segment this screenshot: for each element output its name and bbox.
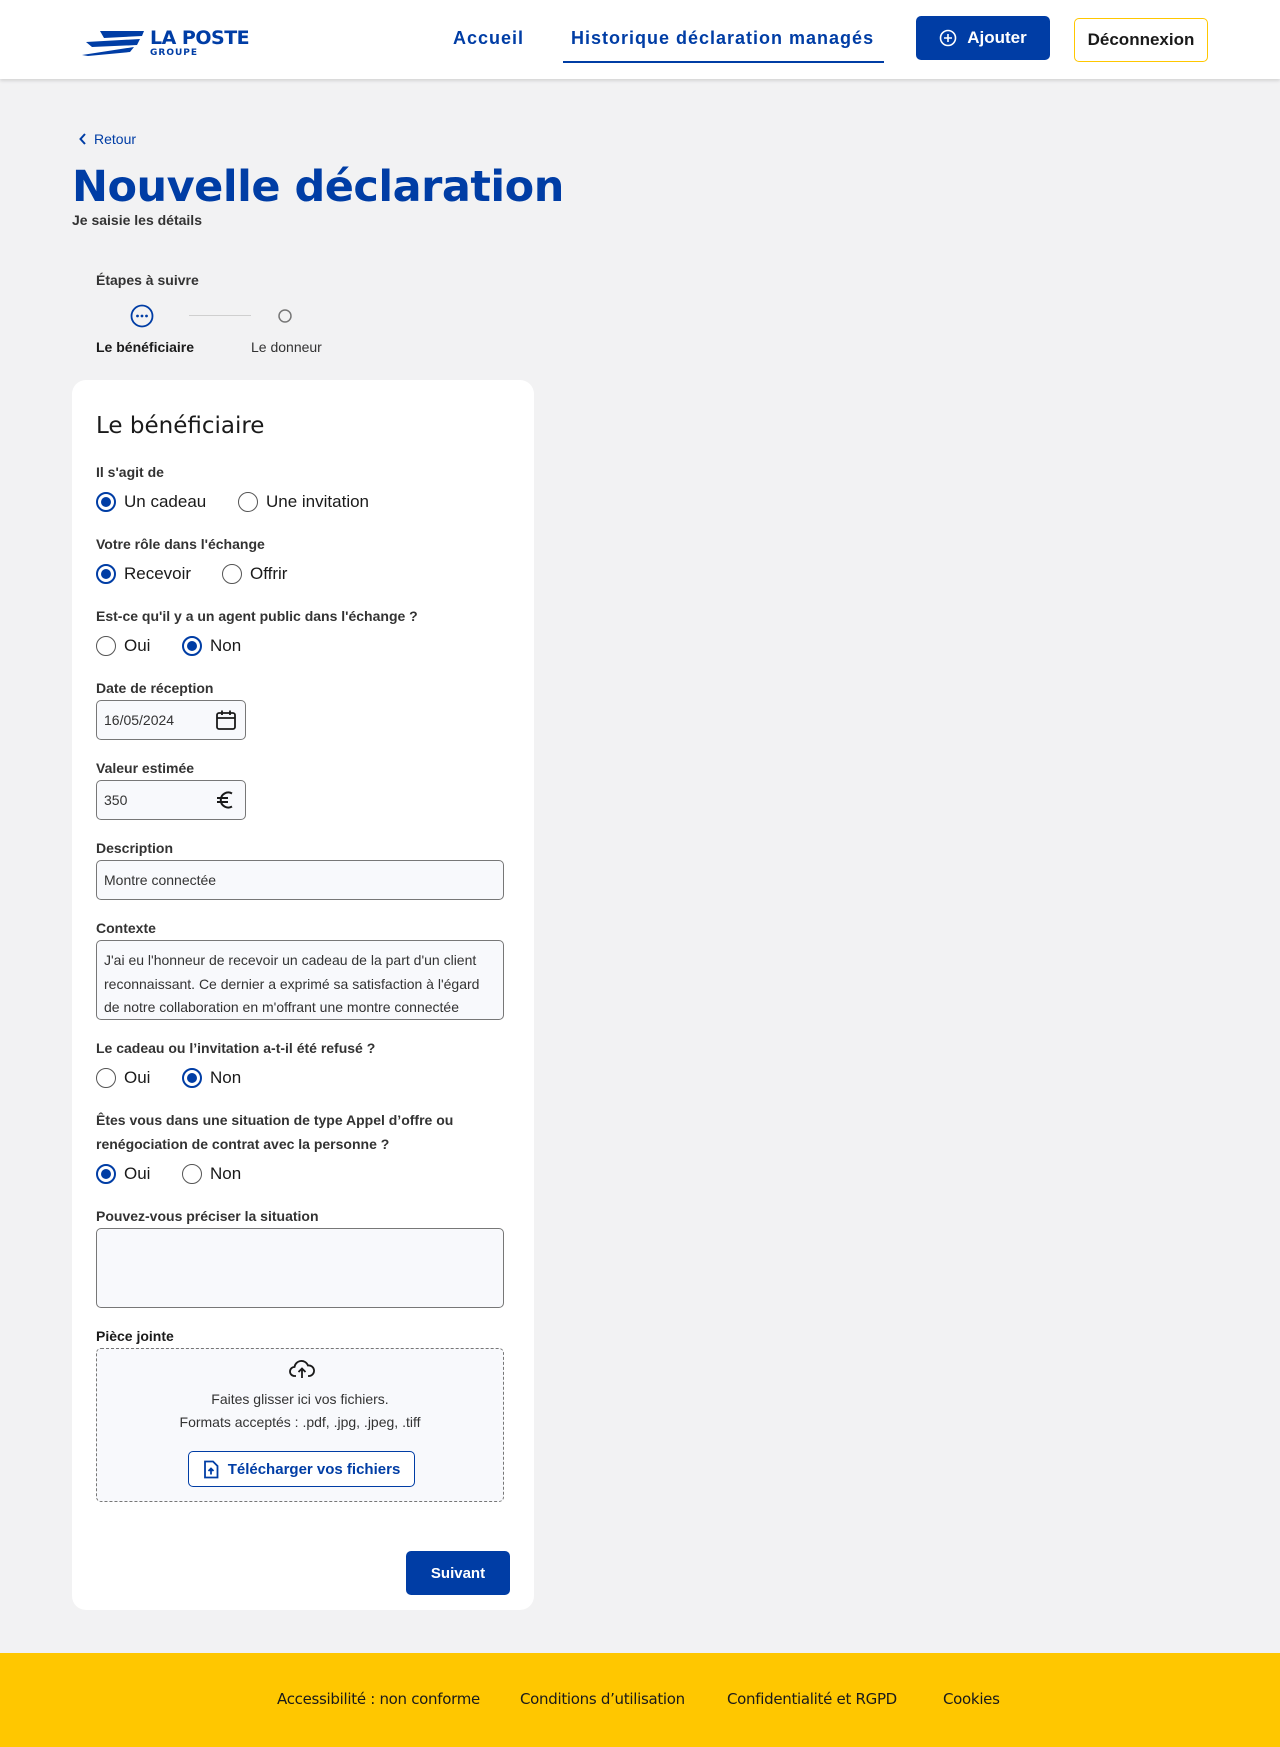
radio-refused-yes[interactable]: Oui [96,1068,150,1088]
upload-files-button[interactable]: Télécharger vos fichiers [188,1451,415,1487]
in-progress-icon [130,304,154,328]
upload-files-label: Télécharger vos fichiers [227,1460,401,1478]
radio-refused-no[interactable]: Non [182,1068,241,1088]
tender-question: Êtes vous dans une situation de type App… [96,1112,454,1152]
form-title: Le bénéficiaire [96,413,265,439]
radio-tender-yes[interactable]: Oui [96,1164,150,1184]
header: LA POSTE GROUPE Accueil Historique décla… [0,0,1280,79]
footer: Accessibilité : non conforme Conditions … [0,1653,1280,1747]
add-button-label: Ajouter [967,28,1027,47]
euro-icon [217,791,233,809]
radio-agent-no-indicator [182,636,202,656]
cloud-upload-icon [289,1360,315,1378]
value-input[interactable]: 350 [96,780,246,820]
radio-tender-no[interactable]: Non [182,1164,241,1184]
description-input[interactable]: Montre connectée [96,860,504,900]
radio-invitation-indicator [238,492,258,512]
radio-receive-label: Recevoir [124,564,192,583]
radio-tender-no-indicator [182,1164,202,1184]
radio-tender-yes-indicator [96,1164,116,1184]
radio-refused-no-label: Non [210,1068,242,1087]
radio-agent-yes-indicator [96,636,116,656]
plus-circle-icon [939,29,957,47]
nav-home[interactable]: Accueil [453,28,524,49]
logout-button[interactable]: Déconnexion [1074,18,1208,62]
file-upload-icon [203,1460,219,1478]
stepper-connector [189,315,251,316]
dropzone-instructions: Faites glisser ici vos fichiers. [211,1391,389,1407]
radio-gift-label: Un cadeau [124,492,207,511]
logout-button-label: Déconnexion [1087,30,1195,49]
context-label: Contexte [96,920,156,936]
radio-receive-indicator [96,564,116,584]
back-link[interactable]: Retour [78,131,136,147]
radio-refused-yes-label: Oui [124,1068,151,1087]
step-label-beneficiary: Le bénéficiaire [96,339,195,355]
radio-refused-yes-indicator [96,1068,116,1088]
add-button[interactable]: Ajouter [916,16,1050,60]
radio-tender-no-label: Non [210,1164,242,1183]
date-input[interactable]: 16/05/2024 [96,700,246,740]
beneficiary-form-card: Le bénéficiaire Il s'agit de Un cadeau U… [72,380,534,1610]
logo-subtitle: GROUPE [150,47,199,58]
back-label: Retour [94,131,137,147]
date-label: Date de réception [96,680,214,696]
next-button[interactable]: Suivant [406,1551,510,1595]
la-poste-logo[interactable]: LA POSTE GROUPE [82,26,252,60]
situation-textarea[interactable] [96,1228,504,1308]
next-button-label: Suivant [430,1564,486,1582]
radio-agent-no-label: Non [210,636,242,655]
situation-label: Pouvez-vous préciser la situation [96,1208,319,1224]
calendar-icon[interactable] [215,709,237,731]
radio-tender-yes-label: Oui [124,1164,151,1183]
radio-gift[interactable]: Un cadeau [96,492,206,512]
logo-wordmark: LA POSTE [150,26,250,49]
dropzone-formats: Formats acceptés : .pdf, .jpg, .jpeg, .t… [179,1414,421,1430]
radio-gift-indicator [96,492,116,512]
la-poste-bird-icon [82,31,144,56]
attachment-label: Pièce jointe [96,1328,174,1344]
role-question: Votre rôle dans l'échange [96,536,265,552]
footer-link-accessibility[interactable]: Accessibilité : non conforme [277,1690,480,1708]
radio-agent-yes-label: Oui [124,636,151,655]
radio-offer[interactable]: Offrir [222,564,287,584]
date-value: 16/05/2024 [104,712,175,728]
chevron-left-icon [79,133,86,145]
value-value: 350 [104,792,128,808]
context-textarea[interactable]: J'ai eu l'honneur de recevoir un cadeau … [96,940,504,1020]
description-value: Montre connectée [104,872,217,888]
refused-question: Le cadeau ou l’invitation a-t-il été ref… [96,1040,376,1056]
page-title: Nouvelle déclaration [72,162,564,212]
pending-step-icon [278,309,292,323]
stepper-title: Étapes à suivre [96,272,199,288]
file-dropzone[interactable]: Faites glisser ici vos fichiers. Formats… [96,1348,504,1502]
radio-agent-no[interactable]: Non [182,636,241,656]
type-question: Il s'agit de [96,464,164,480]
radio-offer-label: Offrir [250,564,288,583]
radio-agent-yes[interactable]: Oui [96,636,150,656]
nav-history[interactable]: Historique déclaration managés [571,28,874,49]
radio-invitation[interactable]: Une invitation [238,492,369,512]
radio-invitation-label: Une invitation [266,492,370,511]
radio-receive[interactable]: Recevoir [96,564,191,584]
footer-link-terms[interactable]: Conditions d’utilisation [520,1690,685,1708]
step-label-donor: Le donneur [251,339,322,355]
agent-question: Est-ce qu'il y a un agent public dans l'… [96,608,418,624]
value-label: Valeur estimée [96,760,195,776]
footer-link-cookies[interactable]: Cookies [943,1690,1000,1708]
radio-offer-indicator [222,564,242,584]
footer-link-privacy[interactable]: Confidentialité et RGPD [727,1690,897,1708]
nav-active-indicator [563,61,884,63]
page-subtitle: Je saisie les détails [72,212,202,228]
description-label: Description [96,840,174,856]
radio-refused-no-indicator [182,1068,202,1088]
